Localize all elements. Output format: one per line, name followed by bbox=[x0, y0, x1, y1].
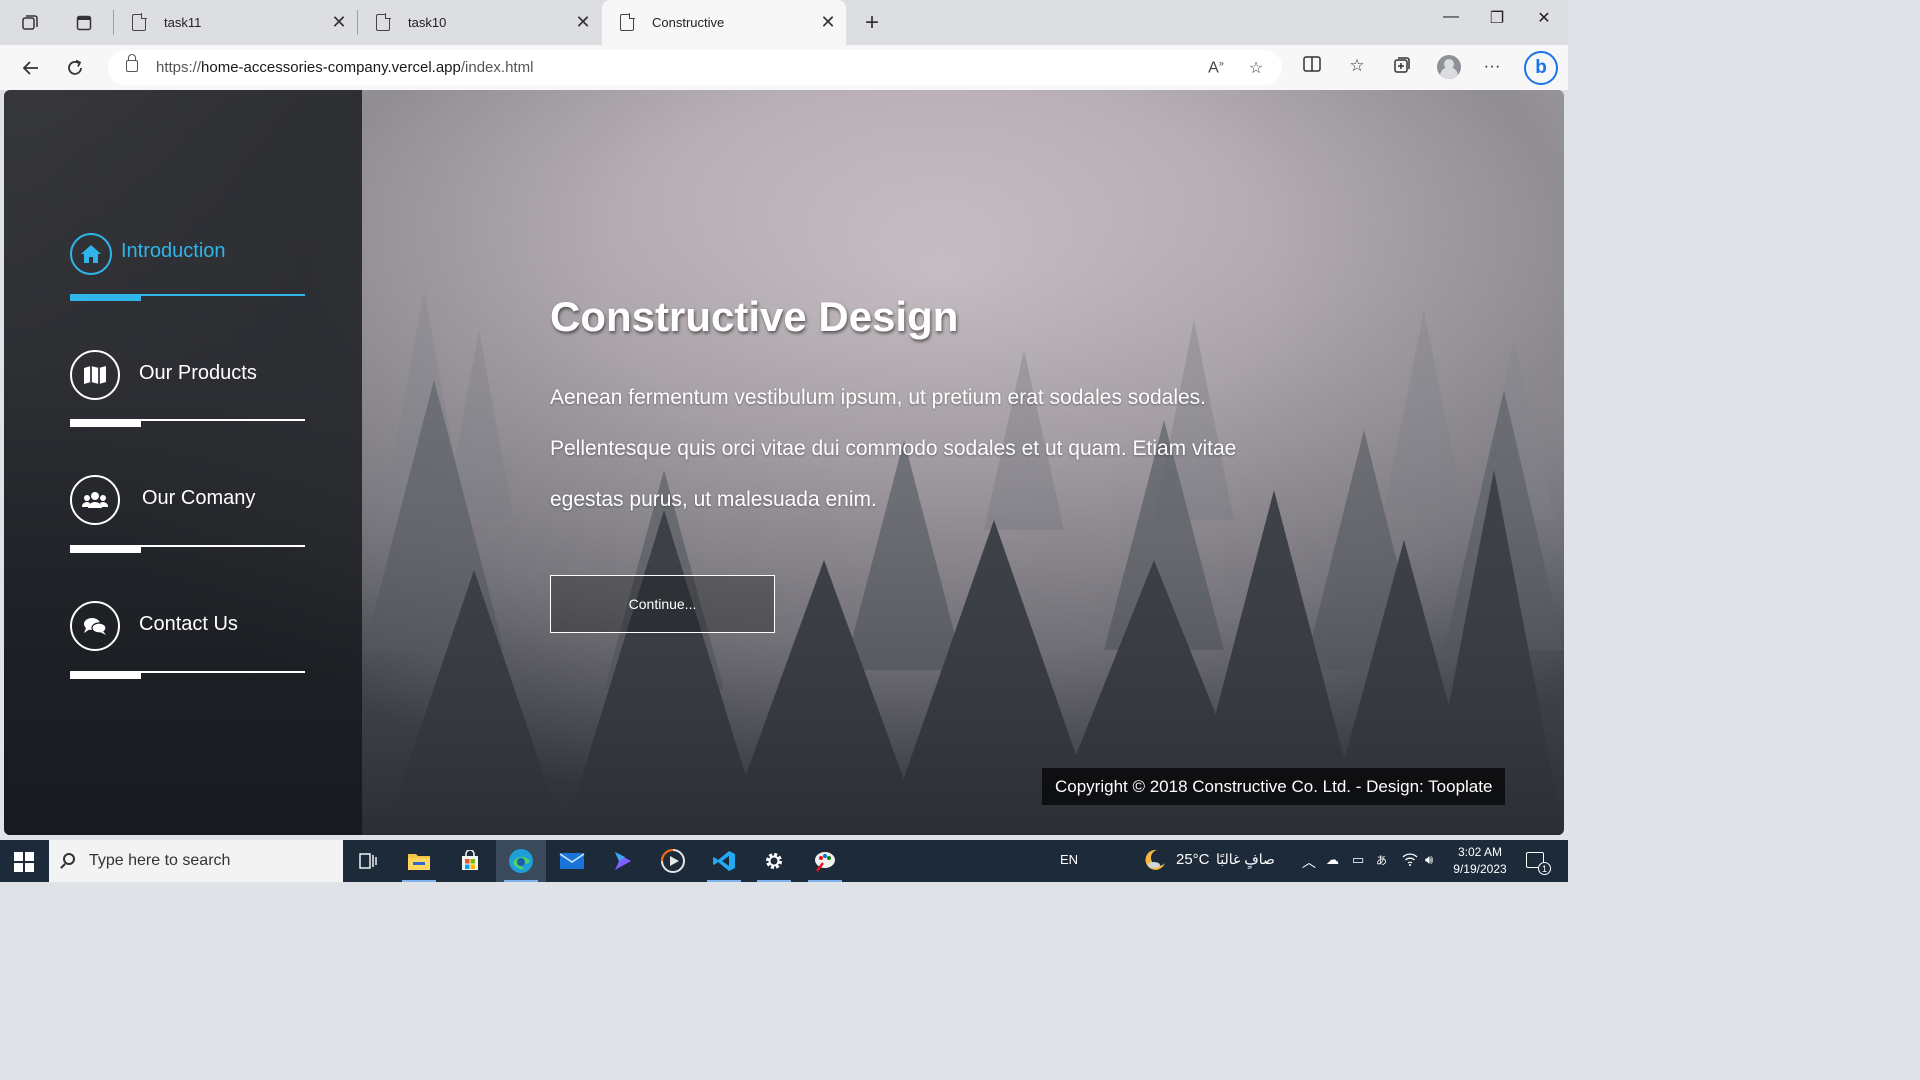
hero-title: Constructive Design bbox=[550, 293, 959, 340]
tab-actions-icon[interactable] bbox=[72, 11, 96, 35]
taskbar-search-box[interactable]: Type here to search bbox=[49, 840, 343, 882]
sidebar-item-introduction[interactable]: Introduction bbox=[70, 233, 310, 313]
url-path: /index.html bbox=[460, 59, 534, 76]
favorite-star-icon[interactable]: ☆ bbox=[1245, 58, 1267, 78]
sidebar-item-our-products[interactable]: Our Products bbox=[70, 350, 310, 430]
refresh-icon[interactable] bbox=[62, 55, 88, 81]
windows-start-icon[interactable] bbox=[14, 852, 34, 872]
page-icon bbox=[132, 13, 147, 31]
more-options-icon[interactable]: ··· bbox=[1480, 56, 1504, 76]
sidebar-item-our-comany[interactable]: Our Comany bbox=[70, 475, 310, 555]
tab-task11[interactable]: task11 ✕ bbox=[114, 0, 357, 45]
address-toolbar: https://home-accessories-company.vercel.… bbox=[0, 45, 1568, 90]
menu-progress-bar bbox=[70, 294, 141, 301]
tab-title: Constructive bbox=[652, 15, 725, 30]
tab-title: task11 bbox=[164, 15, 202, 30]
web-page: Introduction Our Products Our Comany Con… bbox=[4, 90, 1564, 835]
address-bar[interactable]: https://home-accessories-company.vercel.… bbox=[108, 50, 1282, 85]
input-method-icon[interactable]: あ bbox=[1376, 852, 1387, 868]
users-icon bbox=[70, 475, 120, 525]
notification-badge: 1 bbox=[1538, 862, 1551, 875]
minimize-icon[interactable]: — bbox=[1436, 8, 1466, 26]
menu-progress-bar bbox=[70, 420, 141, 427]
sidebar-item-contact-us[interactable]: Contact Us bbox=[70, 601, 310, 681]
clock-time: 3:02 AM bbox=[1457, 845, 1503, 859]
read-aloud-icon[interactable]: A» bbox=[1205, 58, 1227, 77]
file-explorer-icon[interactable] bbox=[394, 840, 444, 882]
running-indicator bbox=[707, 880, 741, 882]
copyright-footer: Copyright © 2018 Constructive Co. Ltd. -… bbox=[1042, 768, 1506, 805]
new-tab-icon[interactable]: + bbox=[860, 9, 884, 37]
collections-icon[interactable] bbox=[1390, 56, 1414, 79]
comments-icon bbox=[70, 601, 120, 651]
notification-center-icon[interactable]: 1 bbox=[1526, 852, 1551, 875]
running-indicator bbox=[808, 880, 842, 882]
clock-date: 9/19/2023 bbox=[1453, 862, 1507, 876]
close-tab-icon[interactable]: ✕ bbox=[331, 12, 347, 33]
favorites-icon[interactable]: ☆ bbox=[1345, 56, 1369, 76]
sidebar: Introduction Our Products Our Comany Con… bbox=[4, 90, 362, 835]
task-view-icon[interactable] bbox=[343, 840, 393, 882]
url-text[interactable]: https://home-accessories-company.vercel.… bbox=[156, 59, 533, 76]
sidebar-item-label: Contact Us bbox=[139, 613, 238, 635]
search-icon bbox=[63, 853, 75, 865]
settings-gear-icon[interactable] bbox=[749, 840, 799, 882]
weather-condition[interactable]: صافٍ غالبًا bbox=[1216, 851, 1275, 868]
meet-now-icon[interactable]: ▭ bbox=[1352, 852, 1364, 868]
restore-icon[interactable]: ❐ bbox=[1482, 8, 1512, 28]
weather-temperature[interactable]: 25°C bbox=[1176, 851, 1210, 868]
onedrive-icon[interactable]: ☁ bbox=[1326, 852, 1339, 868]
url-host: home-accessories-company.vercel.app bbox=[201, 59, 461, 76]
running-indicator bbox=[757, 880, 791, 882]
lock-icon[interactable] bbox=[126, 54, 138, 72]
system-clock[interactable]: 3:02 AM 9/19/2023 bbox=[1448, 844, 1512, 878]
menu-progress-bar bbox=[70, 672, 141, 679]
split-screen-icon[interactable] bbox=[1300, 56, 1324, 77]
running-indicator bbox=[402, 880, 436, 882]
map-icon bbox=[70, 350, 120, 400]
media-player-icon[interactable] bbox=[648, 840, 698, 882]
menu-progress-bar bbox=[70, 546, 141, 553]
edge-browser-icon[interactable] bbox=[496, 840, 546, 882]
profile-avatar[interactable] bbox=[1437, 55, 1461, 79]
sidebar-item-label: Introduction bbox=[121, 240, 226, 262]
page-icon bbox=[376, 13, 391, 31]
browser-tab-bar: task11 ✕ task10 ✕ Constructive ✕ + — ❐ ✕ bbox=[0, 0, 1568, 45]
close-window-icon[interactable]: ✕ bbox=[1529, 8, 1559, 28]
hero-text: Aenean fermentum vestibulum ipsum, ut pr… bbox=[550, 386, 1237, 511]
sidebar-item-label: Our Products bbox=[139, 362, 257, 384]
tab-task10[interactable]: task10 ✕ bbox=[358, 0, 601, 45]
close-tab-icon[interactable]: ✕ bbox=[575, 12, 591, 33]
mail-icon[interactable] bbox=[547, 840, 597, 882]
vscode-icon[interactable] bbox=[699, 840, 749, 882]
running-indicator bbox=[504, 880, 538, 882]
close-tab-icon[interactable]: ✕ bbox=[820, 12, 836, 33]
microsoft-store-icon[interactable] bbox=[445, 840, 495, 882]
back-icon[interactable] bbox=[18, 55, 44, 81]
wifi-icon[interactable] bbox=[1402, 852, 1418, 869]
volume-icon[interactable]: 🔊︎ bbox=[1425, 852, 1433, 868]
sidebar-item-label: Our Comany bbox=[142, 487, 256, 509]
url-scheme: https:// bbox=[156, 59, 202, 76]
page-icon bbox=[620, 13, 635, 31]
workspaces-icon[interactable] bbox=[18, 11, 42, 35]
show-hidden-icons-chevron-icon[interactable]: ︿ bbox=[1302, 852, 1316, 872]
home-icon bbox=[70, 233, 112, 275]
search-placeholder: Type here to search bbox=[89, 852, 231, 869]
bing-copilot-icon[interactable]: b bbox=[1524, 51, 1558, 85]
language-indicator[interactable]: EN bbox=[1060, 852, 1078, 867]
power-automate-icon[interactable] bbox=[598, 840, 648, 882]
tab-title: task10 bbox=[408, 15, 447, 30]
continue-button[interactable]: Continue... bbox=[550, 575, 775, 633]
paint-icon[interactable] bbox=[800, 840, 850, 882]
tab-constructive[interactable]: Constructive ✕ bbox=[602, 0, 846, 45]
windows-taskbar: Type here to search EN 25°C صافٍ غالبًا bbox=[0, 840, 1568, 882]
weather-moon-icon[interactable] bbox=[1143, 848, 1167, 875]
